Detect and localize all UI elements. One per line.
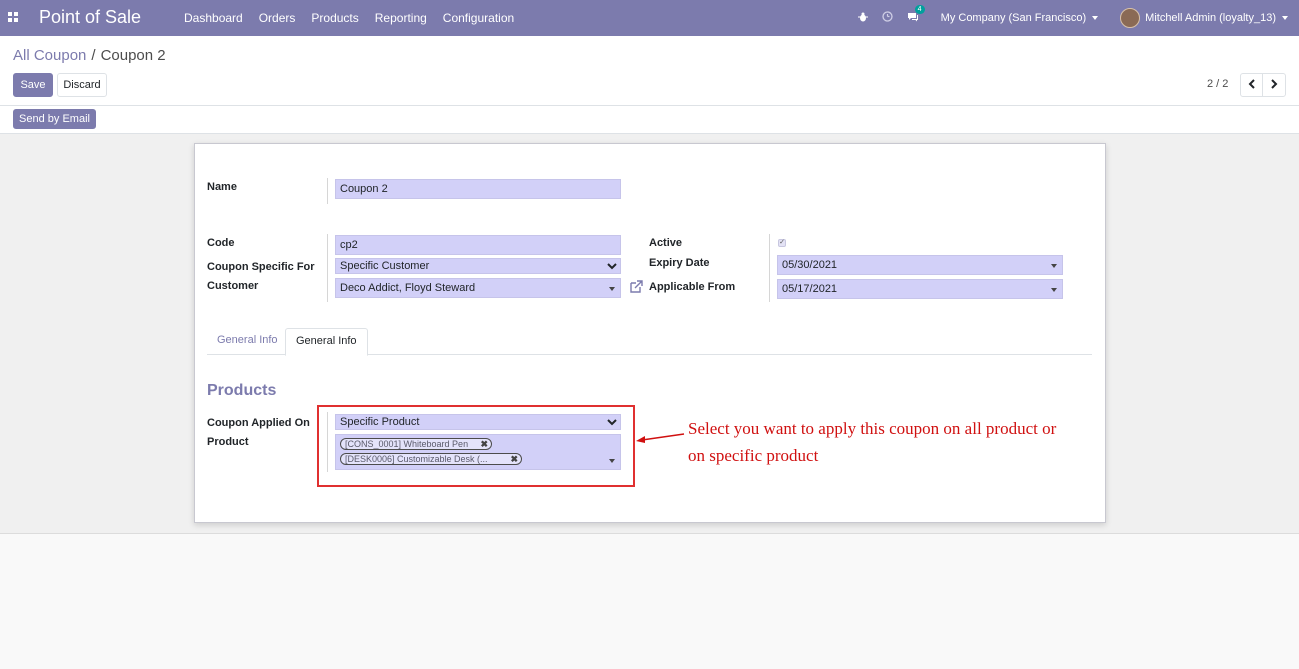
product-tag-label: [DESK0006] Customizable Desk (... [345, 454, 488, 464]
pager-value[interactable]: 2 / 2 [1207, 78, 1228, 90]
clock-icon[interactable] [882, 11, 893, 25]
chat-count-badge: 4 [914, 5, 925, 14]
caret-down-icon [1282, 16, 1288, 21]
company-switcher[interactable]: My Company (San Francisco) [941, 12, 1099, 24]
annotation-line-1: Select you want to apply this coupon on … [688, 419, 1057, 438]
discard-button[interactable]: Discard [57, 73, 107, 97]
user-menu[interactable]: Mitchell Admin (loyalty_13) [1145, 12, 1288, 24]
coupon-specific-for-label: Coupon Specific For [207, 261, 315, 273]
main-menu: Dashboard Orders Products Reporting Conf… [176, 11, 522, 25]
chevron-down-icon [607, 419, 617, 426]
breadcrumb-parent-link[interactable]: All Coupon [13, 47, 86, 64]
caret-down-icon [1051, 288, 1057, 292]
menu-item-configuration[interactable]: Configuration [443, 11, 514, 25]
expiry-date-input[interactable]: 05/30/2021 [777, 255, 1063, 275]
applicable-from-input[interactable]: 05/17/2021 [777, 279, 1063, 299]
active-label: Active [649, 237, 683, 249]
annotation-text: Select you want to apply this coupon on … [688, 415, 1088, 469]
menu-item-reporting[interactable]: Reporting [375, 11, 427, 25]
caret-down-icon [609, 287, 615, 291]
menu-item-orders[interactable]: Orders [259, 11, 296, 25]
coupon-applied-on-select[interactable]: Specific Product [335, 414, 621, 430]
avatar[interactable] [1120, 8, 1141, 28]
field-divider [327, 234, 328, 302]
breadcrumb-current: Coupon 2 [100, 47, 166, 64]
field-divider [327, 412, 328, 472]
product-tag: [DESK0006] Customizable Desk (... ✖ [340, 453, 522, 465]
products-section-title: Products [207, 382, 277, 399]
user-name: Mitchell Admin (loyalty_13) [1145, 12, 1276, 24]
breadcrumb: All Coupon / Coupon 2 [13, 47, 166, 64]
pager-next-button[interactable] [1262, 73, 1286, 97]
close-icon[interactable]: ✖ [480, 439, 488, 449]
save-button[interactable]: Save [13, 73, 53, 97]
top-navbar: Point of Sale Dashboard Orders Products … [0, 0, 1299, 36]
external-link-icon[interactable] [629, 279, 644, 297]
product-tags-input[interactable]: [CONS_0001] Whiteboard Pen ✖ [DESK0006] … [335, 434, 621, 470]
coupon-applied-on-label: Coupon Applied On [207, 417, 310, 429]
name-input[interactable]: Coupon 2 [335, 179, 621, 199]
form-statusbar: Send by Email [0, 106, 1299, 134]
bug-icon[interactable] [857, 11, 868, 25]
notebook-tabs: General Info General Info [207, 328, 1092, 356]
breadcrumb-separator: / [91, 47, 96, 64]
code-input[interactable]: cp2 [335, 235, 621, 255]
expiry-date-label: Expiry Date [649, 257, 710, 269]
coupon-specific-for-value: Specific Customer [340, 260, 430, 272]
applicable-from-value: 05/17/2021 [782, 283, 838, 295]
chevron-down-icon [607, 263, 617, 270]
product-label: Product [207, 436, 249, 448]
caret-down-icon[interactable] [609, 459, 615, 463]
customer-many2many-input[interactable]: Deco Addict, Floyd Steward [335, 278, 621, 298]
menu-item-dashboard[interactable]: Dashboard [184, 11, 243, 25]
code-label: Code [207, 237, 235, 249]
annotation-arrow-icon [636, 433, 685, 443]
chevron-right-icon [1271, 79, 1278, 89]
field-divider [327, 178, 328, 204]
navbar-systray: 4 My Company (San Francisco) Mitchell Ad… [857, 0, 1299, 36]
applicable-from-label: Applicable From [649, 281, 736, 293]
customer-value: Deco Addict, Floyd Steward [340, 282, 476, 294]
chevron-left-icon [1248, 79, 1255, 89]
pager-previous-button[interactable] [1240, 73, 1264, 97]
tab-general-info[interactable]: General Info [207, 328, 288, 355]
annotation-line-2: on specific product [688, 446, 819, 465]
expiry-date-value: 05/30/2021 [782, 259, 838, 271]
menu-item-products[interactable]: Products [311, 11, 358, 25]
company-name: My Company (San Francisco) [940, 12, 1087, 24]
product-tag-label: [CONS_0001] Whiteboard Pen [345, 439, 469, 449]
app-title[interactable]: Point of Sale [39, 7, 141, 28]
active-checkbox[interactable]: ✓ [778, 239, 786, 247]
control-panel: All Coupon / Coupon 2 Save Discard 2 / 2 [0, 36, 1299, 106]
name-label: Name [207, 181, 237, 193]
chat-icon[interactable]: 4 [907, 5, 925, 25]
close-icon[interactable]: ✖ [510, 454, 518, 464]
product-tag: [CONS_0001] Whiteboard Pen ✖ [340, 438, 492, 450]
apps-icon[interactable] [8, 12, 18, 22]
tab-general-info-active[interactable]: General Info [285, 328, 368, 356]
send-by-email-button[interactable]: Send by Email [13, 109, 96, 129]
coupon-specific-for-select[interactable]: Specific Customer [335, 258, 621, 274]
customer-label: Customer [207, 280, 259, 292]
caret-down-icon [1051, 264, 1057, 268]
form-sheet: Name Coupon 2 Code Coupon Specific For C… [194, 143, 1106, 523]
field-divider [769, 234, 770, 302]
caret-down-icon [1092, 16, 1099, 21]
coupon-applied-on-value: Specific Product [340, 416, 420, 428]
